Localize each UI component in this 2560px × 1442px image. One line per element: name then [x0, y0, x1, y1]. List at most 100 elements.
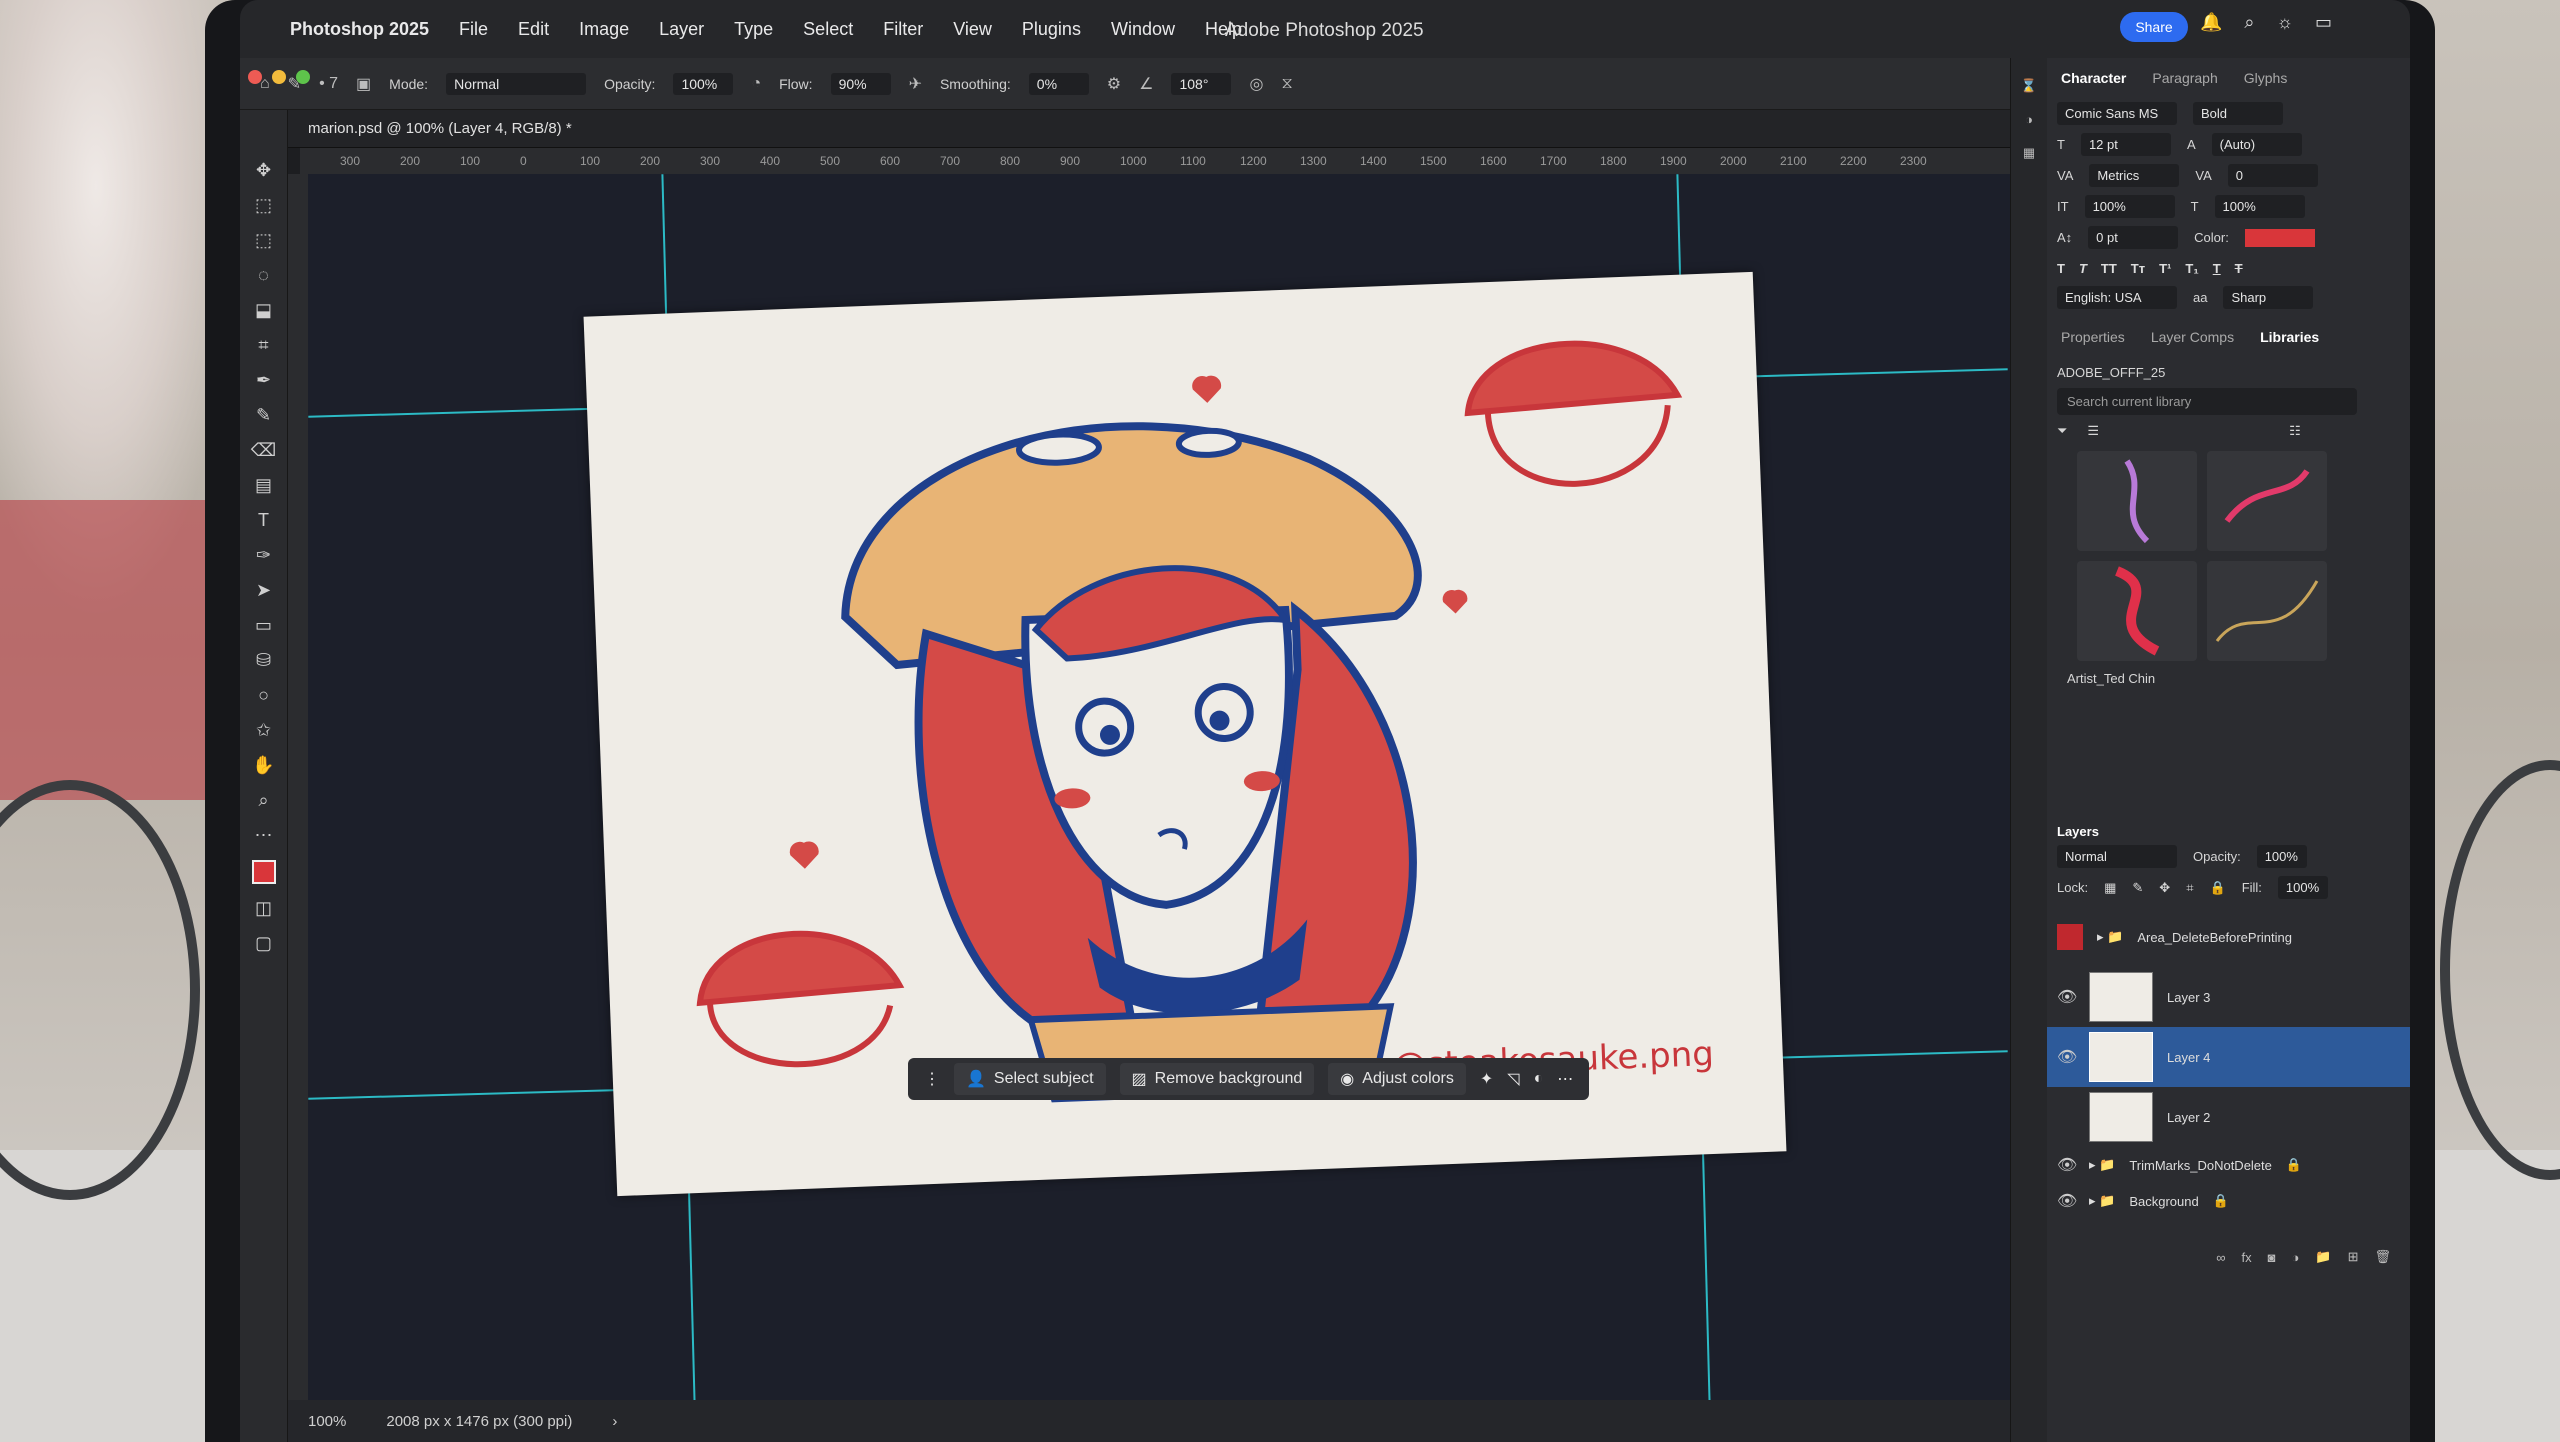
adjustment-layer-icon[interactable]: ◑	[2292, 1250, 2300, 1265]
small-caps-button[interactable]: Tт	[2131, 261, 2145, 276]
tab-libraries[interactable]: Libraries	[2260, 329, 2319, 345]
fx-icon[interactable]: fx	[2242, 1250, 2252, 1265]
pressure-size-icon[interactable]: ◎	[1249, 74, 1263, 94]
angle-field[interactable]: 108°	[1171, 72, 1232, 95]
eyedropper-icon[interactable]: ✒	[256, 370, 271, 391]
search-icon[interactable]: ⌕	[2244, 12, 2254, 33]
anti-alias-select[interactable]: Sharp	[2223, 286, 2314, 309]
eraser-icon[interactable]: ⌫	[251, 440, 276, 461]
horizontal-scale-field[interactable]: 100%	[2214, 195, 2305, 218]
shape-tool-icon[interactable]: ✩	[256, 720, 271, 741]
sparkle-icon[interactable]: ✦	[1480, 1069, 1493, 1089]
airbrush-icon[interactable]: ✈	[909, 74, 922, 94]
brush-tool-icon[interactable]: ✎	[256, 405, 271, 426]
strikethrough-button[interactable]: T	[2235, 261, 2243, 276]
layer-row[interactable]: Layer 2	[2047, 1087, 2410, 1147]
lasso-tool-icon[interactable]: ◌	[258, 265, 269, 286]
move-tool-icon[interactable]: ✥	[256, 160, 271, 181]
tab-glyphs[interactable]: Glyphs	[2244, 70, 2288, 86]
pressure-opacity-icon[interactable]: ◔	[751, 75, 761, 93]
lock-position-icon[interactable]: ✥	[2159, 880, 2170, 896]
remove-background-button[interactable]: ▨ Remove background	[1119, 1063, 1315, 1095]
minimize-icon[interactable]	[272, 70, 286, 84]
document-tab[interactable]: marion.psd @ 100% (Layer 4, RGB/8) *	[288, 110, 2010, 148]
menu-file[interactable]: File	[459, 19, 488, 40]
select-subject-button[interactable]: 👤 Select subject	[954, 1063, 1106, 1095]
hand-tool-icon[interactable]: ✋	[252, 755, 274, 776]
tracking-field[interactable]: 0	[2227, 164, 2318, 187]
flow-field[interactable]: 90%	[830, 72, 891, 95]
close-icon[interactable]	[248, 70, 262, 84]
library-asset-thumbnail[interactable]	[2207, 561, 2327, 661]
library-asset-thumbnail[interactable]	[2077, 451, 2197, 551]
baseline-field[interactable]: 0 pt	[2088, 226, 2179, 249]
menu-layer[interactable]: Layer	[659, 19, 704, 40]
language-select[interactable]: English: USA	[2057, 286, 2177, 309]
layer-name[interactable]: Background	[2129, 1194, 2198, 1209]
layer-row[interactable]: 👁 Layer 3	[2047, 967, 2410, 1027]
filter-icon[interactable]: ⏷	[2057, 423, 2067, 439]
type-tool-icon[interactable]: T	[258, 510, 269, 531]
lock-artboard-icon[interactable]: ⌗	[2186, 880, 2193, 896]
eye-icon[interactable]: 👁	[2057, 1155, 2077, 1175]
menu-select[interactable]: Select	[803, 19, 853, 40]
tab-layer-comps[interactable]: Layer Comps	[2151, 329, 2234, 345]
menu-filter[interactable]: Filter	[883, 19, 923, 40]
superscript-button[interactable]: T¹	[2159, 261, 2171, 276]
library-name[interactable]: ADOBE_OFFF_25	[2057, 365, 2410, 380]
chevron-right-icon[interactable]: ›	[612, 1413, 617, 1430]
screen-mode-icon[interactable]: ▢	[255, 933, 272, 954]
add-mask-icon[interactable]: ◙	[2268, 1250, 2276, 1265]
faux-italic-button[interactable]: T	[2079, 261, 2087, 276]
menu-type[interactable]: Type	[734, 19, 773, 40]
adjust-colors-button[interactable]: ◉ Adjust colors	[1328, 1063, 1466, 1095]
library-group-name[interactable]: Artist_Ted Chin	[2067, 671, 2410, 686]
font-family-select[interactable]: Comic Sans MS	[2057, 102, 2177, 125]
quick-mask-icon[interactable]: ◫	[255, 898, 272, 919]
new-layer-icon[interactable]: ⊞	[2348, 1249, 2359, 1265]
menu-edit[interactable]: Edit	[518, 19, 549, 40]
gear-icon[interactable]: ⚙	[1107, 74, 1121, 94]
menu-view[interactable]: View	[953, 19, 992, 40]
eye-icon[interactable]: 👁	[2057, 1047, 2077, 1067]
swatches-icon[interactable]: ▦	[2023, 145, 2035, 161]
layer-name[interactable]: Layer 4	[2167, 1050, 2210, 1065]
layer-row[interactable]: 👁 ▸ 📁 Background 🔒	[2047, 1183, 2410, 1219]
canvas-pasteboard[interactable]: @steakosauke.png	[308, 174, 2010, 1442]
vertical-scale-field[interactable]: 100%	[2084, 195, 2175, 218]
symmetry-icon[interactable]: ⧖	[1281, 75, 1292, 93]
layer-name[interactable]: Layer 2	[2167, 1110, 2210, 1125]
history-icon[interactable]: ⌛	[2021, 78, 2037, 94]
text-color-swatch[interactable]	[2244, 228, 2315, 247]
ellipse-tool-icon[interactable]: ○	[258, 685, 269, 706]
layer-opacity-field[interactable]: 100%	[2256, 845, 2307, 868]
brush-settings-icon[interactable]: ▣	[356, 74, 371, 94]
layer-name[interactable]: Area_DeleteBeforePrinting	[2137, 930, 2292, 945]
new-group-icon[interactable]: 📁	[2315, 1249, 2331, 1265]
foreground-color-swatch[interactable]	[251, 860, 276, 884]
layer-row[interactable]: ▸ 📁 Area_DeleteBeforePrinting	[2047, 907, 2410, 967]
leading-field[interactable]: (Auto)	[2211, 133, 2302, 156]
zoom-tool-icon[interactable]: ⌕	[258, 790, 268, 811]
menu-window[interactable]: Window	[1111, 19, 1175, 40]
menu-app-name[interactable]: Photoshop 2025	[290, 19, 429, 40]
tab-character[interactable]: Character	[2061, 70, 2126, 86]
blend-mode-select[interactable]: Normal	[2057, 845, 2177, 868]
lock-all-icon[interactable]: 🔒	[2210, 880, 2226, 896]
subscript-button[interactable]: T₁	[2185, 261, 2198, 276]
adjustments-icon[interactable]: ◑	[2025, 112, 2033, 127]
bell-icon[interactable]: 🔔	[2200, 12, 2222, 33]
more-tools-icon[interactable]: ⋯	[255, 825, 273, 846]
rectangle-tool-icon[interactable]: ▭	[255, 615, 272, 636]
gradient-tool-icon[interactable]: ▤	[255, 475, 272, 496]
brush-size-icon[interactable]: • 7	[319, 75, 338, 93]
layer-name[interactable]: TrimMarks_DoNotDelete	[2129, 1158, 2272, 1173]
workspace-icon[interactable]: ▭	[2315, 12, 2332, 33]
zoom-level[interactable]: 100%	[308, 1413, 346, 1430]
list-view-icon[interactable]: ☷	[2289, 423, 2301, 439]
lock-paint-icon[interactable]: ✎	[2132, 880, 2143, 896]
path-select-icon[interactable]: ➤	[256, 580, 271, 601]
crop-tool-icon[interactable]: ⌗	[258, 335, 268, 356]
fill-field[interactable]: 100%	[2277, 876, 2328, 899]
smoothing-field[interactable]: 0%	[1028, 72, 1089, 95]
